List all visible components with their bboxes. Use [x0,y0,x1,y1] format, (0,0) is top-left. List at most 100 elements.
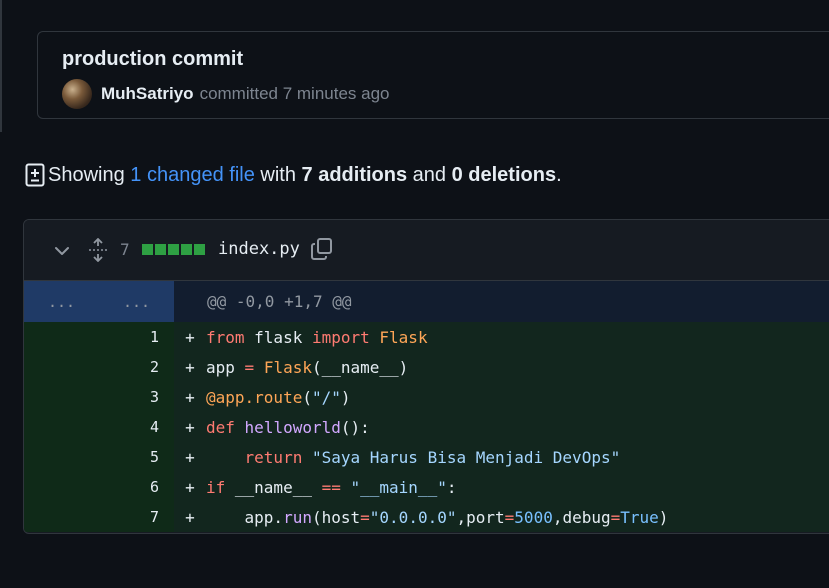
line-number[interactable]: 5 [24,442,174,472]
diffstat-block [194,244,205,255]
diff-line: 7 + app. run (host = "0.0.0.0" ,port = 5000 ,debu… [24,502,829,532]
line-number[interactable]: 2 [24,352,174,382]
code-token: helloworld [244,417,341,437]
code-token: (host [311,507,361,527]
code-token: = [610,507,621,527]
diffstat-block [168,244,179,255]
chevron-down-icon[interactable] [53,242,71,260]
line-number[interactable]: 4 [24,412,174,442]
code-token: flask [244,327,312,347]
addition-marker: + [185,387,195,407]
code-token: == [321,477,341,497]
line-number[interactable]: 3 [24,382,174,412]
commit-page: production commit MuhSatriyo committed 7… [0,0,829,588]
commit-title: production commit [62,48,244,70]
code-token: @app.route [206,387,303,407]
code-token: : [446,477,457,497]
code-token: = [504,507,515,527]
code-token: import [311,327,370,347]
diff-line: 3 + @app.route("/") [24,382,829,412]
hunk-row: ... ... @@ -0,0 +1,7 @@ [24,281,829,322]
code-token: "0.0.0.0" [369,507,457,527]
changed-files-link[interactable]: 1 changed file [130,164,255,187]
line-number[interactable]: 7 [24,502,174,532]
code-token: app [206,357,245,377]
deletions-count: 0 deletions [451,163,557,186]
code-token: ,debug [552,507,611,527]
addition-marker: + [185,327,195,347]
code-token: app. [206,507,284,527]
commit-time: 7 minutes ago [282,84,390,103]
code-token: = [360,507,370,527]
addition-marker: + [185,357,195,377]
diff-line: 5 + return "Saya Harus Bisa Menjadi DevOp… [24,442,829,472]
code-token: Flask [263,357,312,377]
file-diff: 7 index.py ... ... @@ -0,0 +1,7 @@ 1 + fro… [23,219,829,534]
diff-table: ... ... @@ -0,0 +1,7 @@ 1 + from flask imp… [24,281,829,532]
diff-summary: Showing 1 changed file with 7 additions … [24,160,562,190]
code-line: + app. run (host = "0.0.0.0" ,port = 5000 ,debug… [174,502,829,532]
expand-old-lines[interactable]: ... [24,281,99,322]
summary-end: . [556,163,562,186]
code-token: "/" [311,387,341,407]
code-token: Flask [379,327,428,347]
code-token: ( [302,387,312,407]
diffstat-block [155,244,166,255]
file-name-link[interactable]: index.py [218,239,300,259]
expand-new-lines[interactable]: ... [99,281,174,322]
addition-marker: + [185,477,195,497]
avatar[interactable] [62,79,92,109]
hunk-header: @@ -0,0 +1,7 @@ [207,292,352,311]
code-token: __name__ [225,477,322,497]
timeline-line [0,0,2,132]
code-token: def [206,417,235,437]
diff-added-icon [25,163,45,187]
code-line: + if __name__ == "__main__": [174,472,829,502]
code-token: = [244,357,255,377]
diff-line: 2 + app = Flask (__name__) [24,352,829,382]
code-token: ) [340,387,351,407]
additions-count: 7 additions [301,163,408,186]
diff-line: 4 + def helloworld (): [24,412,829,442]
diffstat-block [181,244,192,255]
code-token: ) [658,507,669,527]
code-token: return [244,447,303,467]
commit-action: committed [199,84,278,103]
line-number[interactable]: 6 [24,472,174,502]
code-token: if [206,477,226,497]
code-token: True [620,507,659,527]
file-header: 7 index.py [24,220,829,281]
code-token: "__main__" [350,477,447,497]
code-token: (__name__) [311,357,409,377]
copy-icon[interactable] [310,237,334,261]
diff-line: 6 + if __name__ == "__main__": [24,472,829,502]
addition-marker: + [185,447,195,467]
addition-marker: + [185,507,195,527]
diffstat [142,244,205,255]
diffstat-block [142,244,153,255]
code-token: 5000 [514,507,553,527]
summary-with: with [260,163,296,186]
unfold-icon[interactable] [87,238,109,262]
code-token: "Saya Harus Bisa Menjadi DevOps" [311,447,621,467]
code-token: from [206,327,245,347]
code-token: (): [340,417,370,437]
code-token: run [283,507,312,527]
line-number[interactable]: 1 [24,322,174,352]
addition-marker: + [185,417,195,437]
summary-and: and [412,163,447,186]
file-additions-count: 7 [120,240,130,259]
code-line: + from flask import Flask [174,322,829,352]
summary-prefix: Showing [48,163,125,186]
commit-card: production commit MuhSatriyo committed 7… [37,31,829,119]
diff-line: 1 + from flask import Flask [24,322,829,352]
commit-author-link[interactable]: MuhSatriyo [101,84,194,104]
code-line: + @app.route("/") [174,382,829,412]
code-token: ,port [456,507,505,527]
